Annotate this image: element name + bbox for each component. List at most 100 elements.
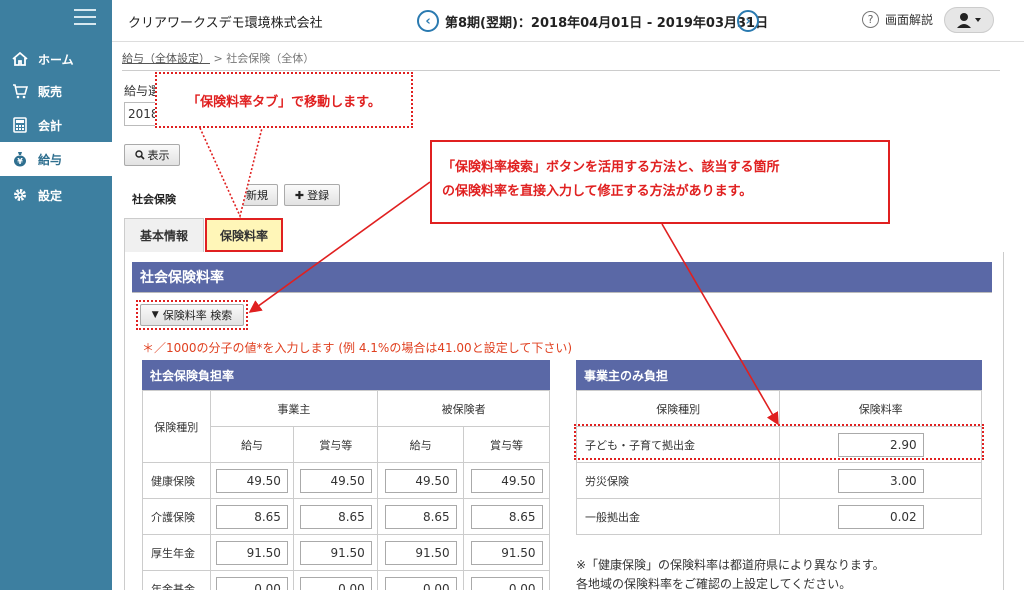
register-button-label: 登録 <box>307 189 330 202</box>
sidebar-item-label: ホーム <box>38 52 74 67</box>
tab-insurance-rates[interactable]: 保険料率 <box>205 218 283 252</box>
home-icon <box>10 51 30 67</box>
register-button[interactable]: ✚ 登録 <box>284 184 340 206</box>
table-row: 介護保険 8.65 8.65 8.65 8.65 <box>142 498 550 535</box>
employer-header: 事業主 <box>209 390 379 427</box>
row-label: 厚生年金 <box>142 534 211 571</box>
table-row: 年金基金 0.00 0.00 0.00 0.00 <box>142 570 550 590</box>
col-type-header: 保険種別 <box>575 390 781 427</box>
highlight-row <box>574 424 984 460</box>
money-bag-icon: ¥ <box>10 151 30 167</box>
company-name: クリアワークスデモ環境株式会社 <box>128 16 323 31</box>
fiscal-period: 第8期(翌期)：2018年04月01日 - 2019年03月31日 <box>445 16 769 31</box>
rate-input[interactable]: 8.65 <box>299 504 372 529</box>
show-button[interactable]: 表示 <box>124 144 180 166</box>
sidebar: ホーム 販売 会計 ¥ 給与 設定 <box>0 0 112 590</box>
table-row: 労災保険 3.00 <box>575 462 982 499</box>
user-icon <box>957 13 981 28</box>
show-button-label: 表示 <box>147 149 170 162</box>
row-label: 介護保険 <box>142 498 211 535</box>
section-title: 社会保険料率 <box>132 262 992 292</box>
table-row: 厚生年金 91.50 91.50 91.50 91.50 <box>142 534 550 571</box>
rate-input[interactable]: 0.00 <box>470 576 543 590</box>
next-period-button[interactable]: › <box>737 10 759 32</box>
bonus-header: 賞与等 <box>463 426 550 463</box>
footnote: ※「健康保険」の保険料率は都道府県により異なります。 <box>576 558 885 572</box>
calculator-icon <box>10 117 30 133</box>
footnote: 各地域の保険料率をご確認の上設定してください。 <box>576 577 852 590</box>
breadcrumb-current: 社会保険（全体） <box>226 52 315 65</box>
rate-input[interactable]: 91.50 <box>215 540 288 565</box>
new-button-label: 新規 <box>246 189 268 202</box>
row-label: 一般拠出金 <box>575 498 781 535</box>
method-callout: 「保険料率検索」ボタンを活用する方法と、該当する箇所 の保険料率を直接入力して修… <box>430 140 890 224</box>
rate-input[interactable]: 0.00 <box>384 576 457 590</box>
burden-table: 保険種別 事業主 被保険者 給与 賞与等 給与 賞与等 健康保険 49.50 4… <box>142 390 550 590</box>
row-label: 労災保険 <box>575 462 781 499</box>
rate-input[interactable]: 49.50 <box>470 468 543 493</box>
top-header: クリアワークスデモ環境株式会社 ‹ 第8期(翌期)：2018年04月01日 - … <box>112 0 1024 42</box>
new-button[interactable]: 新規 <box>236 184 278 206</box>
input-note: ＊／1000の分子の値*を入力します (例 4.1%の場合は41.00と設定して… <box>142 341 573 355</box>
sidebar-item-label: 給与 <box>38 152 63 167</box>
table-row: 健康保険 49.50 49.50 49.50 49.50 <box>142 462 550 499</box>
sidebar-item-accounting[interactable]: 会計 <box>0 108 112 142</box>
gear-icon <box>10 187 30 203</box>
breadcrumb-separator: > <box>213 52 223 65</box>
callout-text: 「保険料率検索」ボタンを活用する方法と、該当する箇所 <box>442 160 780 175</box>
rate-input[interactable]: 8.65 <box>215 504 288 529</box>
table-row: 一般拠出金 0.02 <box>575 498 982 535</box>
sidebar-item-sales[interactable]: 販売 <box>0 74 112 108</box>
prev-period-button[interactable]: ‹ <box>417 10 439 32</box>
rate-input[interactable]: 0.00 <box>215 576 288 590</box>
tab-hint-callout: 「保険料率タブ」で移動します。 <box>155 72 413 128</box>
sidebar-item-payroll[interactable]: ¥ 給与 <box>0 142 112 176</box>
sidebar-item-home[interactable]: ホーム <box>0 42 112 76</box>
tab-basic-info[interactable]: 基本情報 <box>124 218 204 252</box>
sidebar-item-settings[interactable]: 設定 <box>0 178 112 212</box>
rate-input[interactable]: 0.02 <box>837 504 924 529</box>
sidebar-item-label: 販売 <box>38 84 63 99</box>
svg-text:¥: ¥ <box>17 157 23 166</box>
rate-input[interactable]: 91.50 <box>384 540 457 565</box>
col-type-header: 保険種別 <box>142 390 211 463</box>
help-link[interactable]: ? 画面解説 <box>862 11 933 28</box>
rate-input[interactable]: 0.00 <box>299 576 372 590</box>
rate-input[interactable]: 91.50 <box>470 540 543 565</box>
salary-header: 給与 <box>209 426 295 463</box>
user-menu-button[interactable] <box>944 7 994 33</box>
callout-text: 「保険料率タブ」で移動します。 <box>187 94 381 110</box>
highlight-search-button <box>136 300 248 330</box>
divider <box>132 292 992 293</box>
breadcrumb-link-payroll-settings[interactable]: 給与（全体設定） <box>122 52 210 65</box>
sidebar-item-label: 設定 <box>38 188 63 203</box>
sidebar-item-label: 会計 <box>38 118 63 133</box>
chevron-left-icon: ‹ <box>425 13 431 29</box>
employer-table-title: 事業主のみ負担 <box>576 360 982 390</box>
row-label: 年金基金 <box>142 570 211 590</box>
employer-table: 保険種別 保険料率 子ども・子育て拠出金 2.90 労災保険 3.00 一般拠出… <box>575 390 982 535</box>
rate-input[interactable]: 49.50 <box>215 468 288 493</box>
insurance-label: 社会保険 <box>132 193 176 206</box>
help-label: 画面解説 <box>885 13 934 27</box>
question-icon: ? <box>862 11 879 28</box>
col-rate-header: 保険料率 <box>779 390 982 427</box>
search-icon <box>134 150 145 160</box>
divider <box>122 70 1000 71</box>
menu-toggle-icon[interactable] <box>74 9 96 27</box>
rate-input[interactable]: 49.50 <box>384 468 457 493</box>
breadcrumb: 給与（全体設定） > 社会保険（全体） <box>122 50 314 66</box>
salary-header: 給与 <box>377 426 465 463</box>
bonus-header: 賞与等 <box>293 426 379 463</box>
cart-icon <box>10 83 30 99</box>
chevron-right-icon: › <box>745 13 751 29</box>
burden-table-title: 社会保険負担率 <box>142 360 550 390</box>
rate-input[interactable]: 3.00 <box>837 468 924 493</box>
insured-header: 被保険者 <box>377 390 550 427</box>
rate-input[interactable]: 8.65 <box>470 504 543 529</box>
row-label: 健康保険 <box>142 462 211 499</box>
callout-text: の保険料率を直接入力して修正する方法があります。 <box>442 184 753 199</box>
rate-input[interactable]: 91.50 <box>299 540 372 565</box>
rate-input[interactable]: 49.50 <box>299 468 372 493</box>
rate-input[interactable]: 8.65 <box>384 504 457 529</box>
